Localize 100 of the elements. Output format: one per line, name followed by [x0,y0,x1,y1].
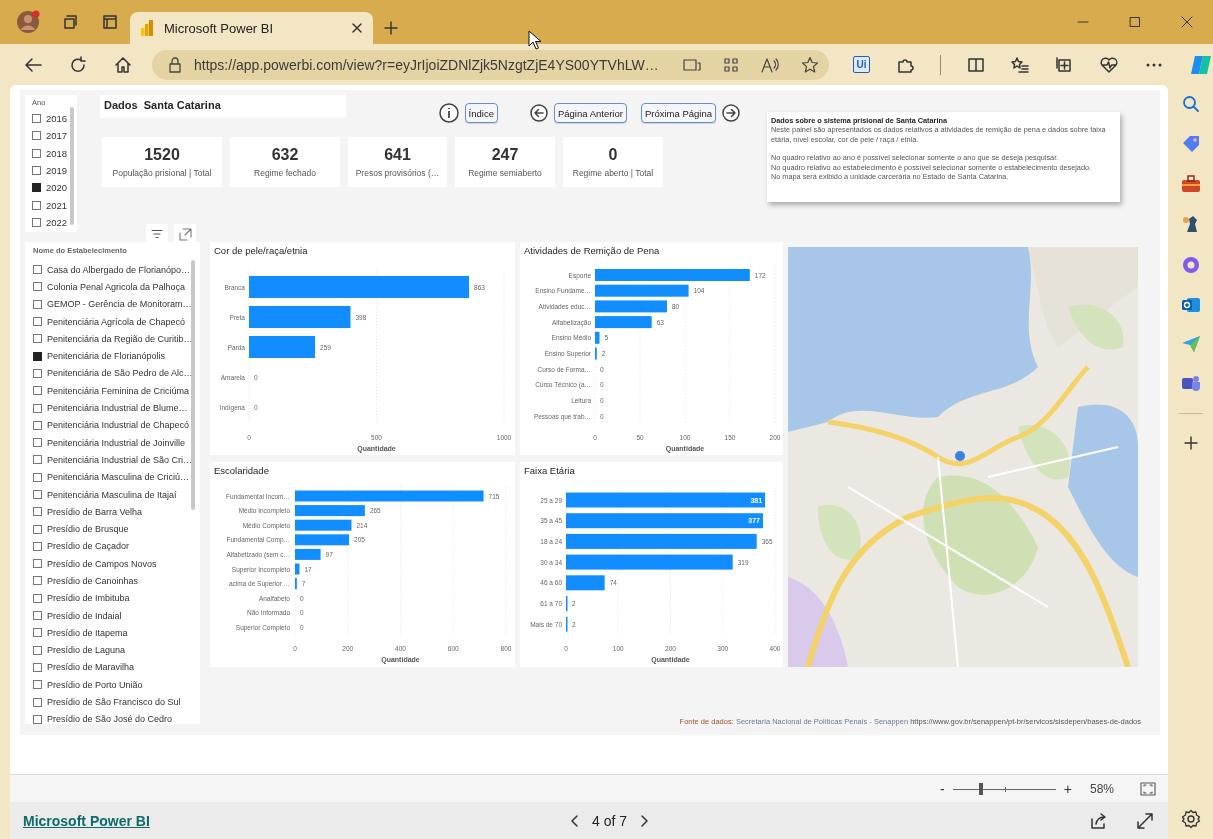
slicer-item[interactable]: 2016 [32,110,77,128]
bar[interactable] [295,548,321,560]
split-screen-icon[interactable] [967,56,985,73]
slicer-item[interactable]: 2022 [32,213,77,232]
slicer-item[interactable]: Presídio de Campos Novos [33,555,200,573]
checkbox[interactable] [32,166,41,176]
checkbox[interactable] [33,368,42,378]
bar[interactable] [566,533,757,549]
checkbox[interactable] [33,524,42,534]
zoom-out-button[interactable]: - [940,780,945,797]
checkbox[interactable] [33,645,42,655]
fullscreen-icon[interactable] [1136,811,1154,830]
checkbox[interactable] [33,403,42,413]
slicer-item[interactable]: Presídio de Indaial [33,606,200,625]
slicer-item[interactable]: Penitenciária Masculina de Criciú… [33,468,200,486]
checkbox[interactable] [32,217,41,227]
power-bi-link[interactable]: Microsoft Power BI [23,812,150,829]
checkbox[interactable] [33,420,42,430]
slicer-item[interactable]: Penitenciária Industrial de Joinville [33,433,200,452]
checkbox[interactable] [32,131,41,141]
reader-view-icon[interactable] [683,57,701,72]
slicer-item[interactable]: Penitenciária Agrícola de Chapecó [33,312,200,331]
checkbox[interactable] [33,576,42,586]
checkbox[interactable] [33,472,42,482]
checkbox[interactable] [33,317,42,327]
read-aloud-icon[interactable] [761,56,779,73]
checkbox[interactable] [33,299,42,309]
slicer-item[interactable]: Presídio de Imbituba [33,589,200,607]
bar[interactable] [295,519,352,531]
checkbox[interactable] [32,148,41,158]
slicer-item[interactable]: Presídio de Barra Velha [33,503,200,521]
slicer-item[interactable]: Penitenciária da Região de Curitib… [33,330,200,348]
back-icon[interactable] [24,56,42,73]
checkbox[interactable] [33,541,42,551]
zoom-slider[interactable] [952,781,1056,796]
slicer-item[interactable]: Penitenciária de Florianópolis [33,347,200,365]
filter-button[interactable] [146,224,168,244]
slicer-item[interactable]: Casa do Albergado de Florianópo… [33,261,200,279]
slicer-item[interactable]: Presídio de Laguna [33,641,200,659]
info-icon[interactable] [438,103,459,123]
previous-page-button[interactable]: Página Anterior [553,103,627,123]
slicer-item[interactable]: Penitenciária Industrial de São Cri… [33,451,200,469]
plus-icon[interactable] [1182,435,1199,451]
next-page-button[interactable]: Próxima Página [640,103,716,123]
slicer-item[interactable]: Presídio de Porto União [33,676,200,694]
slicer-item[interactable]: Presídio de Maravilha [33,658,200,677]
checkbox[interactable] [32,200,41,210]
slicer-item[interactable]: 2020 [32,179,77,197]
slicer-item[interactable]: Penitenciária Feminina de Criciúma [33,382,200,400]
next-page-icon[interactable] [639,813,650,828]
checkbox[interactable] [33,559,42,569]
slicer-item[interactable]: Presídio de Brusque [33,520,200,538]
extension-button[interactable]: Ui [853,56,870,73]
previous-page-icon[interactable] [570,813,580,828]
slicer-item[interactable]: Penitenciária Industrial de Chapecó [33,416,200,434]
slicer-item[interactable]: GEMOP - Gerência de Monitoram… [33,295,200,313]
bar[interactable] [295,505,365,517]
settings-icon[interactable] [1180,809,1201,829]
slicer-item[interactable]: 2019 [32,161,77,180]
favorites-icon[interactable] [1011,56,1029,73]
index-button[interactable]: Índice [464,103,498,123]
plus-icon[interactable] [383,20,399,36]
zoom-in-button[interactable]: + [1063,780,1072,797]
checkbox[interactable] [33,662,42,672]
scrollbar[interactable] [70,107,74,225]
slicer-item[interactable]: 2017 [32,127,77,145]
checkbox[interactable] [33,455,42,465]
checkbox[interactable] [33,351,42,361]
maximize-icon[interactable] [1129,16,1141,28]
checkbox[interactable] [33,386,42,396]
slicer-item[interactable]: Presídio de São Francisco do Sul [33,693,200,711]
paper-plane-icon[interactable] [1180,335,1201,353]
slicer-item[interactable]: Penitenciária Industrial de Blume… [33,399,200,417]
close-icon[interactable] [351,22,363,34]
collections-icon[interactable] [1055,55,1073,74]
refresh-icon[interactable] [69,55,87,74]
fit-page-icon[interactable] [1140,781,1156,796]
slicer-item[interactable]: Presídio de Canoinhas [33,572,200,590]
people-icon[interactable] [1180,374,1201,392]
bar[interactable] [295,563,300,575]
checkbox[interactable] [33,611,42,621]
slicer-item[interactable]: Presídio de São José do Cedro [33,710,200,728]
slicer-item[interactable]: Colonia Penal Agricola da Palhoça [33,278,200,296]
checkbox[interactable] [33,334,42,344]
bar[interactable] [295,534,350,546]
lock-icon[interactable] [168,56,182,73]
grid-icon[interactable] [723,56,739,73]
mail-icon[interactable] [1180,296,1201,314]
checkbox[interactable] [33,714,42,724]
checkbox[interactable] [32,183,41,193]
home-icon[interactable] [114,55,132,74]
slicer-item[interactable]: Presídio de Caçador [33,537,200,556]
more-icon[interactable] [1145,61,1163,68]
checkbox[interactable] [32,114,41,124]
toolbox-icon[interactable] [1180,175,1201,193]
slicer-item[interactable]: Penitenciária de São Pedro de Alc… [33,364,200,383]
checkbox[interactable] [33,490,42,499]
slicer-item[interactable]: 2018 [32,144,77,162]
avatar-icon[interactable] [16,10,40,34]
share-icon[interactable] [1090,812,1108,829]
